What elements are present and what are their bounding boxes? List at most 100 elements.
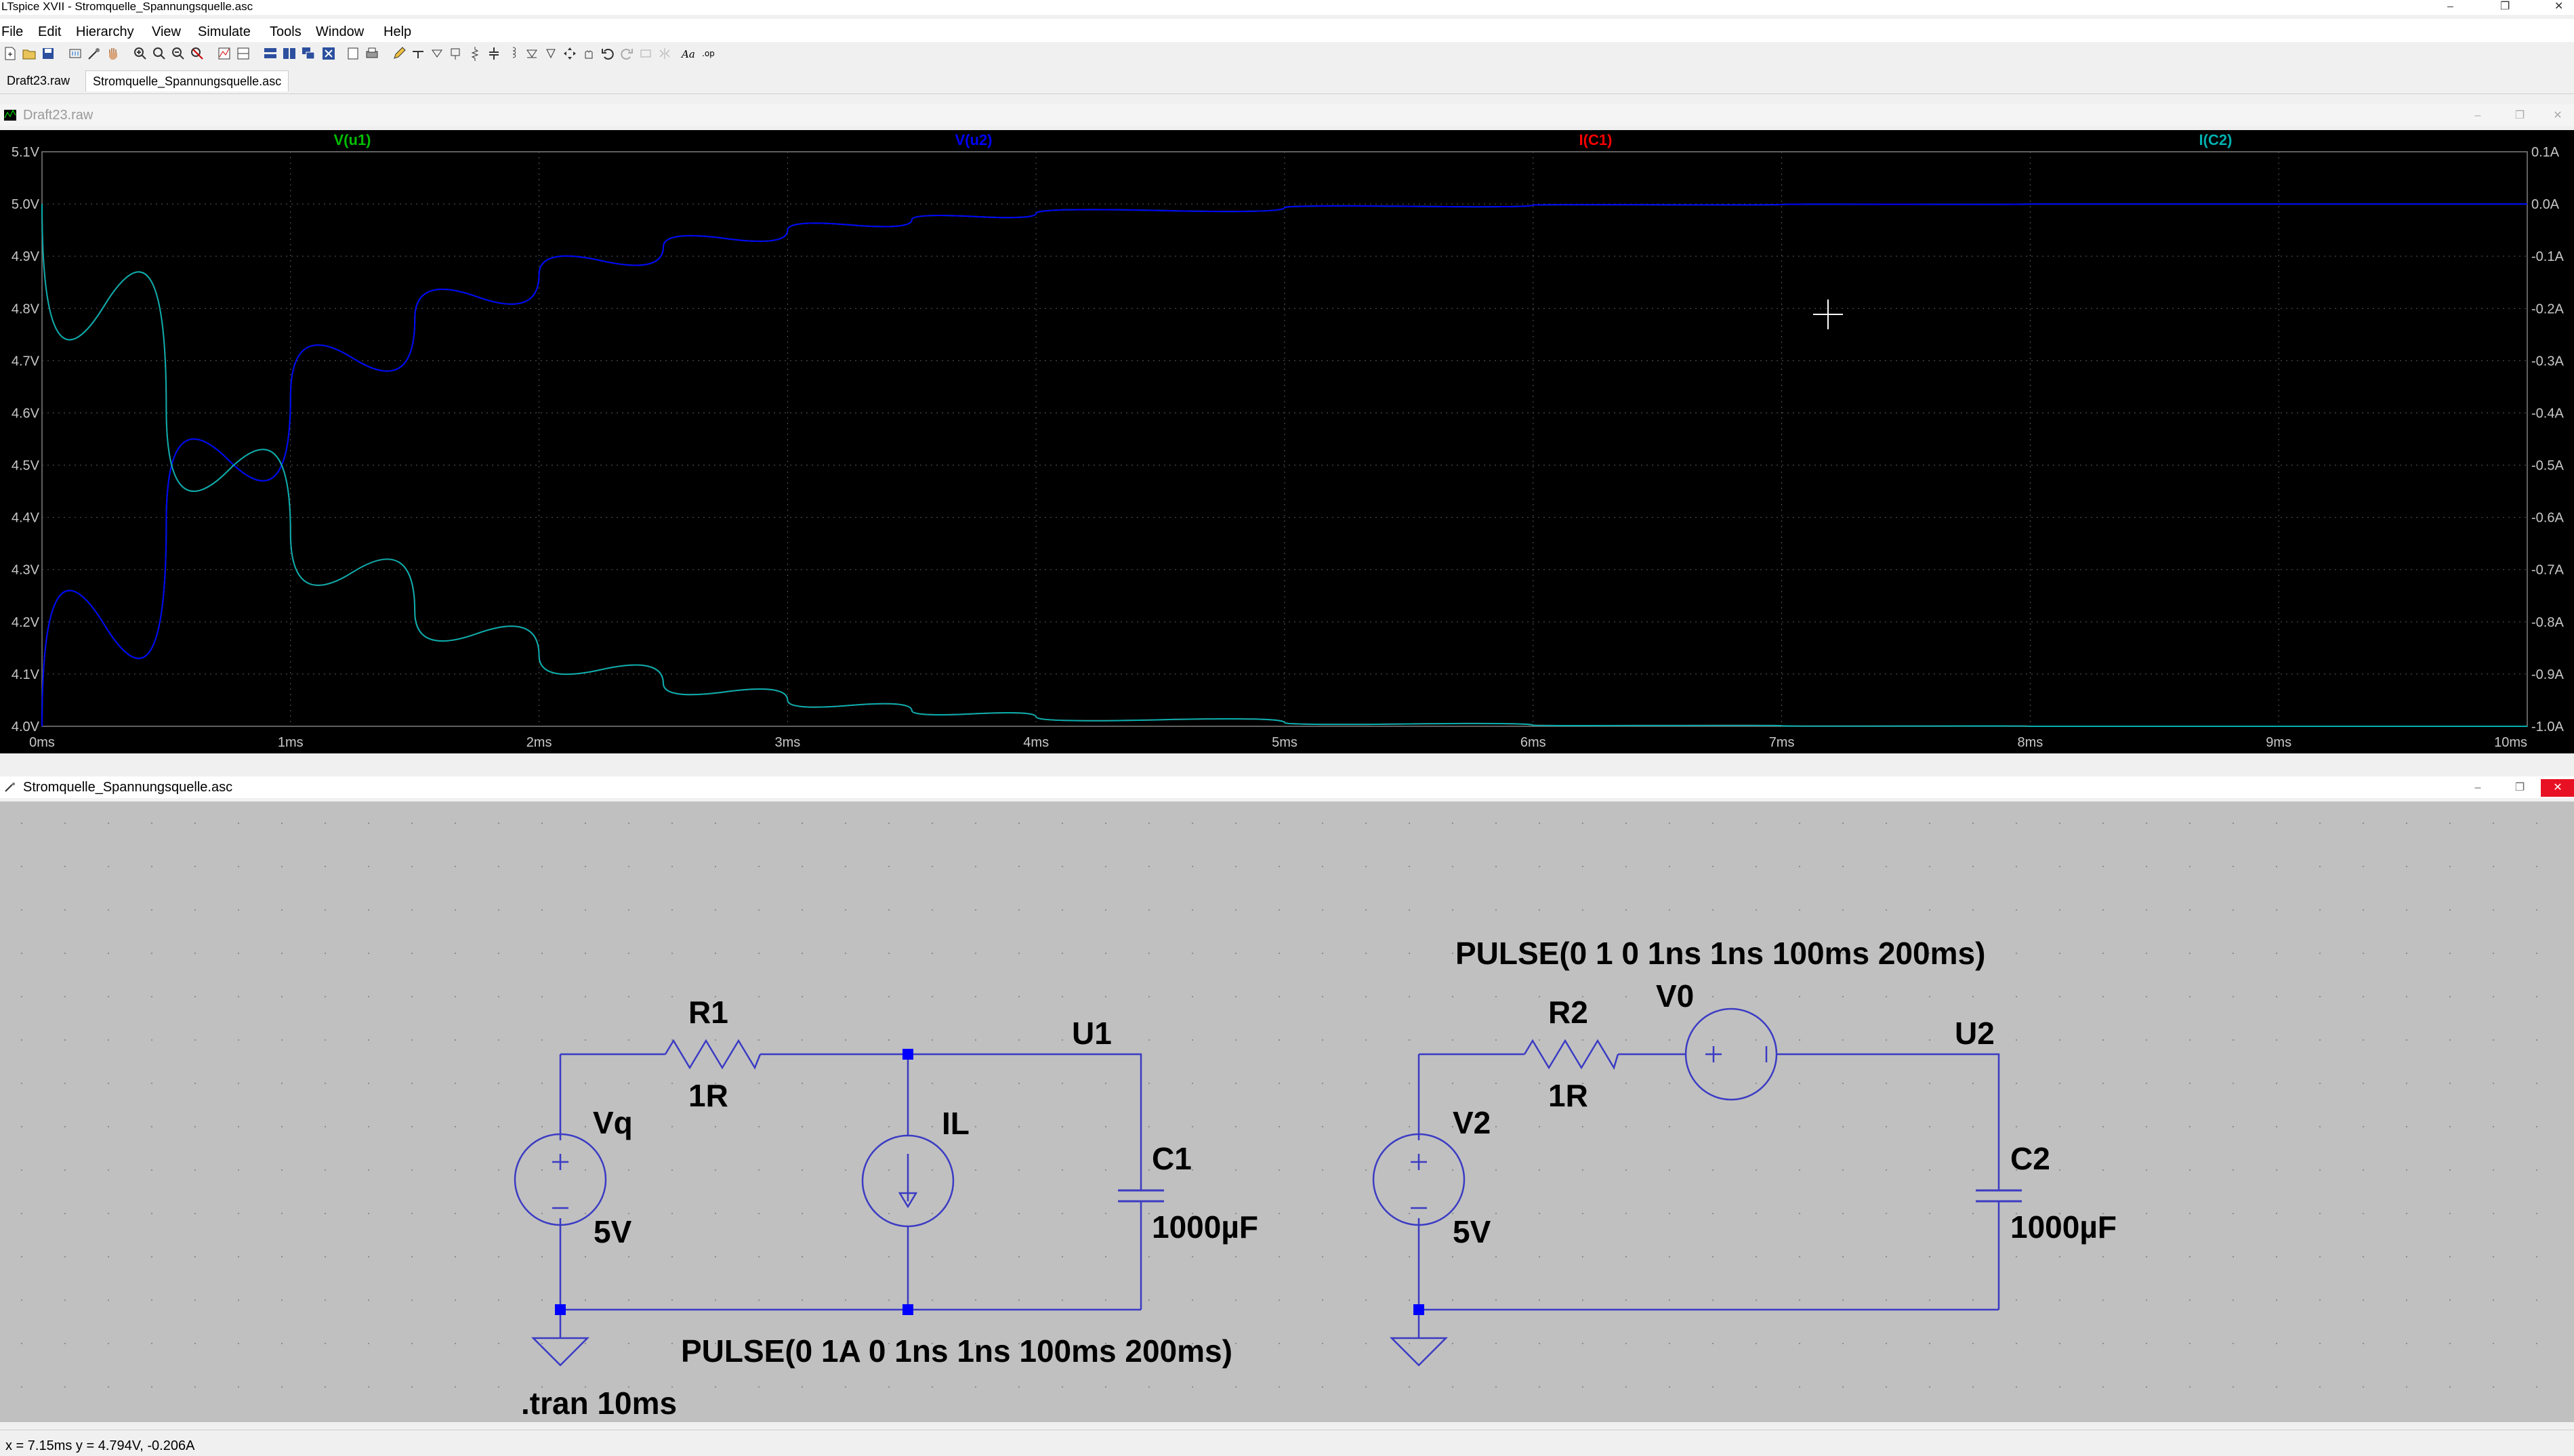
tile-horizontal-icon[interactable]: [263, 46, 278, 61]
schematic-canvas[interactable]: R1 1R U1 Vq 5V IL C1 1000µF PULSE(0 1A 0…: [0, 802, 2574, 1422]
open-icon[interactable]: [22, 46, 37, 61]
r2-label[interactable]: R2: [1548, 995, 1588, 1030]
il-pulse-value[interactable]: PULSE(0 1A 0 1ns 1ns 100ms 200ms): [681, 1333, 1232, 1369]
c2-value[interactable]: 1000µF: [2010, 1209, 2117, 1245]
menu-file[interactable]: File: [1, 24, 23, 40]
left-tick-label: 4.7V: [12, 354, 40, 369]
left-tick-label: 5.1V: [12, 145, 40, 160]
redo-icon[interactable]: [619, 46, 634, 61]
title-bar: LTspice XVII - Stromquelle_Spannungsquel…: [0, 0, 2574, 15]
menu-hierarchy[interactable]: Hierarchy: [76, 24, 134, 40]
r1-value[interactable]: 1R: [688, 1078, 728, 1113]
save-icon[interactable]: [41, 46, 56, 61]
menu-window[interactable]: Window: [316, 24, 364, 40]
right-tick-label: -0.9A: [2531, 667, 2564, 682]
control-panel-icon[interactable]: [68, 46, 83, 61]
left-tick-label: 4.3V: [12, 563, 40, 578]
schematic-close-button[interactable]: ✕: [2541, 779, 2574, 797]
print-preview-icon[interactable]: [346, 46, 360, 61]
waveform-window-titlebar[interactable]: Draft23.raw – ❐ ✕: [0, 104, 2574, 126]
trace-labels: V(u1) V(u2) I(C1) I(C2): [334, 131, 2233, 148]
trace-label-vu1[interactable]: V(u1): [334, 131, 371, 148]
menu-help[interactable]: Help: [383, 24, 411, 40]
trace-label-ic1[interactable]: I(C1): [1579, 131, 1613, 148]
schematic-window-titlebar[interactable]: Stromquelle_Spannungsquelle.asc – ❐ ✕: [0, 776, 2574, 798]
v2-value[interactable]: 5V: [1453, 1214, 1491, 1249]
component-icon[interactable]: [543, 46, 558, 61]
u2-net-label[interactable]: U2: [1955, 1016, 1995, 1051]
tab-stromquelle-schematic[interactable]: Stromquelle_Spannungsquelle.asc: [85, 70, 289, 91]
print-icon[interactable]: [365, 46, 379, 61]
il-label[interactable]: IL: [942, 1106, 970, 1141]
tran-directive[interactable]: .tran 10ms: [521, 1386, 677, 1421]
left-tick-label: 4.2V: [12, 615, 40, 630]
pencil-icon[interactable]: [392, 46, 407, 61]
vq-label[interactable]: Vq: [593, 1105, 633, 1140]
waveform-minimize-button[interactable]: –: [2461, 107, 2495, 125]
svg-text:.op: .op: [702, 49, 715, 58]
halt-icon[interactable]: [106, 46, 121, 61]
autorange-icon[interactable]: [217, 46, 232, 61]
waveform-restore-button[interactable]: ❐: [2503, 107, 2537, 125]
move-icon[interactable]: [562, 46, 577, 61]
x-tick-label: 7ms: [1769, 735, 1795, 750]
mirror-icon[interactable]: [657, 46, 672, 61]
x-tick-label: 1ms: [278, 735, 304, 750]
trace-label-vu2[interactable]: V(u2): [955, 131, 993, 148]
menu-view[interactable]: View: [152, 24, 181, 40]
v0-pulse-value[interactable]: PULSE(0 1 0 1ns 1ns 100ms 200ms): [1455, 936, 1985, 971]
menu-tools[interactable]: Tools: [270, 24, 302, 40]
restore-button[interactable]: ❐: [2500, 0, 2510, 14]
wire-icon[interactable]: [411, 46, 425, 61]
tile-icon[interactable]: [236, 46, 251, 61]
rotate-icon[interactable]: [638, 46, 653, 61]
schematic-restore-button[interactable]: ❐: [2503, 779, 2537, 797]
zoom-out-icon[interactable]: [171, 46, 186, 61]
left-tick-label: 4.9V: [12, 249, 40, 264]
v0-label[interactable]: V0: [1656, 978, 1694, 1014]
diode-icon[interactable]: [524, 46, 539, 61]
tab-draft23-raw[interactable]: Draft23.raw: [0, 70, 77, 91]
inductor-icon[interactable]: [505, 46, 520, 61]
waveform-close-button[interactable]: ✕: [2541, 107, 2574, 125]
trace-label-ic2[interactable]: I(C2): [2199, 131, 2233, 148]
v2-label[interactable]: V2: [1453, 1105, 1491, 1140]
c1-label[interactable]: C1: [1152, 1141, 1192, 1176]
spice-directive-icon[interactable]: .op: [701, 46, 715, 61]
cascade-icon[interactable]: [301, 46, 316, 61]
menu-edit[interactable]: Edit: [38, 24, 61, 40]
r2-value[interactable]: 1R: [1548, 1078, 1588, 1113]
close-all-icon[interactable]: [321, 46, 336, 61]
left-tick-label: 4.8V: [12, 301, 40, 316]
zoom-fit-icon[interactable]: [190, 46, 205, 61]
left-tick-label: 4.4V: [12, 511, 40, 526]
capacitor-icon[interactable]: [486, 46, 501, 61]
left-tick-label: 4.6V: [12, 406, 40, 421]
menu-simulate[interactable]: Simulate: [198, 24, 251, 40]
tile-vertical-icon[interactable]: [282, 46, 297, 61]
document-tabs: Draft23.raw Stromquelle_Spannungsquelle.…: [0, 69, 2574, 94]
schematic-minimize-button[interactable]: –: [2461, 779, 2495, 797]
minimize-button[interactable]: –: [2447, 0, 2453, 14]
x-tick-label: 4ms: [1023, 735, 1049, 750]
r1-label[interactable]: R1: [688, 995, 728, 1030]
pan-icon[interactable]: [152, 46, 167, 61]
drag-icon[interactable]: [581, 46, 596, 61]
label-net-icon[interactable]: [449, 46, 463, 61]
text-icon[interactable]: Aa: [680, 46, 695, 61]
toolbar: Aa .op: [0, 42, 2574, 70]
left-tick-label: 4.5V: [12, 459, 40, 474]
waveform-plot[interactable]: V(u1) V(u2) I(C1) I(C2) 5.1V 5.0V 4.9V 4.8V…: [0, 130, 2574, 753]
run-icon[interactable]: [87, 46, 102, 61]
u1-net-label[interactable]: U1: [1072, 1016, 1112, 1051]
ground-icon[interactable]: [430, 46, 444, 61]
resistor-icon[interactable]: [468, 46, 482, 61]
close-button[interactable]: ✕: [2554, 0, 2563, 14]
c1-value[interactable]: 1000µF: [1152, 1209, 1258, 1245]
vq-value[interactable]: 5V: [594, 1214, 632, 1249]
zoom-in-icon[interactable]: [133, 46, 148, 61]
window-title: LTspice XVII - Stromquelle_Spannungsquel…: [1, 0, 253, 13]
new-schematic-icon[interactable]: [3, 46, 18, 61]
undo-icon[interactable]: [600, 46, 615, 61]
c2-label[interactable]: C2: [2010, 1141, 2050, 1176]
